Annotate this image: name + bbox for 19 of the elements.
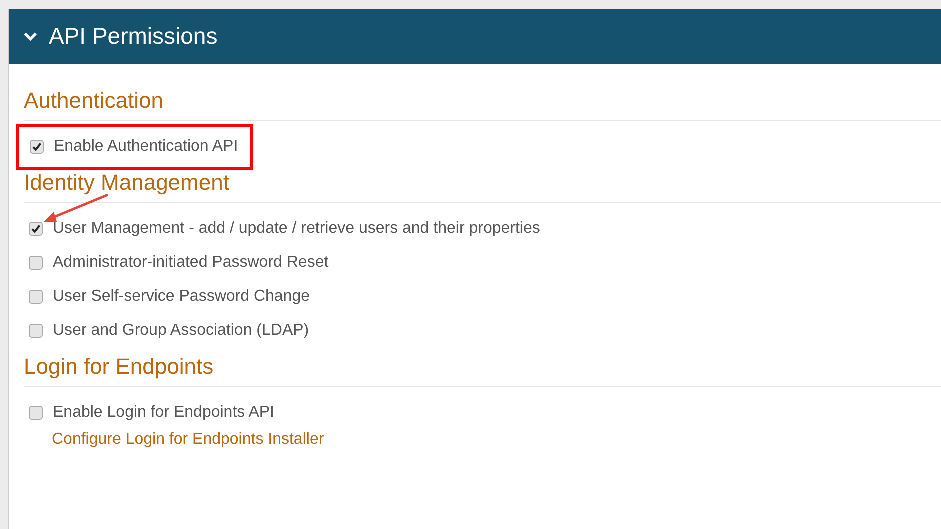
checkbox[interactable] bbox=[30, 140, 44, 154]
checkbox[interactable] bbox=[29, 290, 43, 304]
checkbox-label: Enable Login for Endpoints API bbox=[53, 404, 274, 422]
section-heading: Identity Management bbox=[24, 170, 941, 203]
checkbox[interactable] bbox=[29, 406, 43, 420]
checkbox-label: User Management - add / update / retrieve users and their properties bbox=[53, 220, 540, 238]
checkbox-label: User Self-service Password Change bbox=[53, 288, 310, 306]
chevron-icon bbox=[24, 32, 37, 41]
checkbox-label: Administrator-initiated Password Reset bbox=[53, 254, 329, 272]
checkbox-label: User and Group Association (LDAP) bbox=[53, 322, 310, 340]
section-heading: Authentication bbox=[24, 88, 941, 121]
section-heading: Login for Endpoints bbox=[24, 354, 941, 387]
panel-title: API Permissions bbox=[49, 23, 218, 50]
checkbox[interactable] bbox=[29, 324, 43, 338]
checkbox-label: Enable Authentication API bbox=[54, 138, 238, 156]
checkbox[interactable] bbox=[29, 256, 43, 270]
installer-link[interactable]: Configure Login for Endpoints Installer bbox=[52, 431, 324, 449]
checkbox[interactable] bbox=[29, 222, 43, 236]
panel-header[interactable]: API Permissions bbox=[9, 9, 941, 64]
